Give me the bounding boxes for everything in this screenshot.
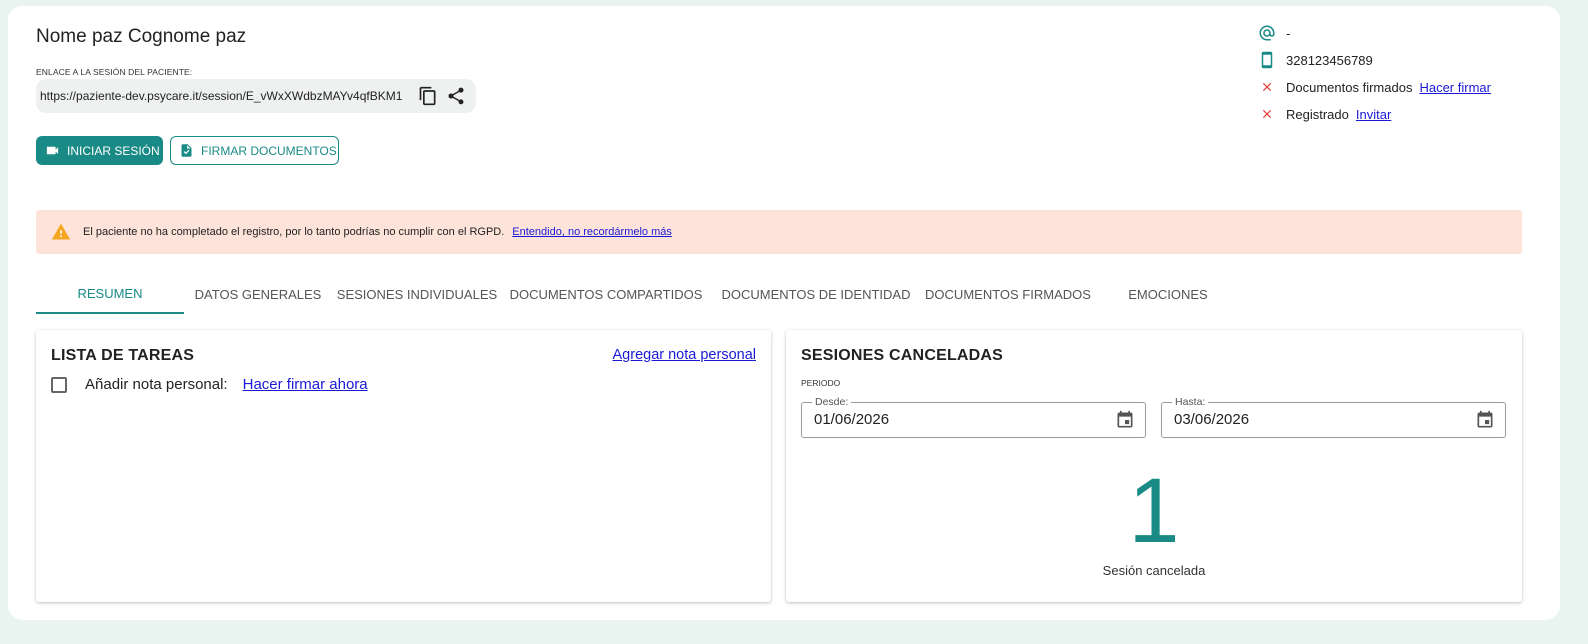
calendar-icon[interactable] [1115, 410, 1135, 430]
cancelled-sessions-panel: SESIONES CANCELADAS PERIODO Desde: Hasta… [786, 330, 1522, 602]
start-session-button[interactable]: INICIAR SESIÓN [36, 136, 163, 165]
tab-resumen[interactable]: RESUMEN [36, 274, 184, 314]
smartphone-icon [1258, 51, 1276, 69]
document-sign-icon [179, 143, 194, 158]
date-from-label: Desde: [812, 396, 852, 408]
patient-name: Nome paz Cognome paz [36, 26, 247, 47]
gdpr-alert: El paciente no ha completado el registro… [36, 210, 1522, 254]
videocam-icon [45, 143, 60, 158]
contact-phone-value: 328123456789 [1286, 52, 1373, 68]
add-personal-note-link[interactable]: Agregar nota personal [613, 347, 757, 363]
cancelled-count-label: Sesión cancelada [1102, 563, 1206, 578]
date-to-label: Hasta: [1172, 396, 1209, 408]
alert-message: El paciente no ha completado el registro… [83, 226, 505, 238]
request-signature-link[interactable]: Hacer firmar [1419, 80, 1491, 95]
session-link-box: https://paziente-dev.psycare.it/session/… [36, 79, 476, 113]
task-list-panel: LISTA DE TAREAS Agregar nota personal Añ… [36, 330, 771, 602]
date-from-input[interactable] [814, 411, 1074, 428]
start-session-label: INICIAR SESIÓN [67, 143, 160, 158]
task-list-title: LISTA DE TAREAS [51, 347, 195, 364]
contact-registered-status: Registrado Invitar [1258, 105, 1391, 123]
tab-documentos-identidad[interactable]: DOCUMENTOS DE IDENTIDAD [716, 274, 916, 314]
sign-documents-label: FIRMAR DOCUMENTOS [201, 143, 337, 158]
at-icon [1258, 24, 1276, 42]
tab-documentos-compartidos[interactable]: DOCUMENTOS COMPARTIDOS [506, 274, 706, 314]
patient-card: Nome paz Cognome paz ENLACE A LA SESIÓN … [8, 6, 1560, 620]
task-checkbox[interactable] [51, 376, 67, 393]
close-icon [1258, 105, 1276, 123]
cancelled-count: 1 [1128, 460, 1180, 562]
date-to-field: Hasta: [1161, 396, 1506, 438]
contact-phone: 328123456789 [1258, 51, 1373, 69]
session-link-label: ENLACE A LA SESIÓN DEL PACIENTE: [36, 67, 193, 77]
tab-documentos-firmados[interactable]: DOCUMENTOS FIRMADOS [920, 274, 1096, 314]
registered-status-label: Registrado [1286, 106, 1349, 122]
tab-emociones[interactable]: EMOCIONES [1098, 274, 1238, 314]
copy-icon[interactable] [414, 82, 442, 110]
task-item-label: Añadir nota personal: [85, 376, 228, 393]
tab-bar: RESUMEN DATOS GENERALES SESIONES INDIVID… [36, 274, 1522, 314]
date-to-input[interactable] [1174, 411, 1434, 428]
tab-sesiones-individuales[interactable]: SESIONES INDIVIDUALES [334, 274, 500, 314]
sign-documents-button[interactable]: FIRMAR DOCUMENTOS [170, 136, 339, 165]
task-item-action-link[interactable]: Hacer firmar ahora [243, 376, 368, 393]
session-link-url[interactable]: https://paziente-dev.psycare.it/session/… [40, 89, 414, 103]
date-from-field: Desde: [801, 396, 1146, 438]
invite-link[interactable]: Invitar [1356, 107, 1391, 122]
period-label: PERIODO [801, 378, 841, 388]
close-icon [1258, 78, 1276, 96]
contact-email: - [1258, 24, 1290, 42]
warning-icon [51, 222, 71, 242]
calendar-icon[interactable] [1475, 410, 1495, 430]
alert-dismiss-link[interactable]: Entendido, no recordármelo más [512, 226, 672, 238]
task-item: Añadir nota personal: Hacer firmar ahora [51, 376, 368, 393]
contact-email-value: - [1286, 25, 1291, 41]
share-icon[interactable] [442, 82, 470, 110]
tab-datos-generales[interactable]: DATOS GENERALES [186, 274, 330, 314]
contact-documents-status: Documentos firmados Hacer firmar [1258, 78, 1491, 96]
cancelled-sessions-title: SESIONES CANCELADAS [801, 347, 1004, 364]
documents-status-label: Documentos firmados [1286, 79, 1413, 95]
